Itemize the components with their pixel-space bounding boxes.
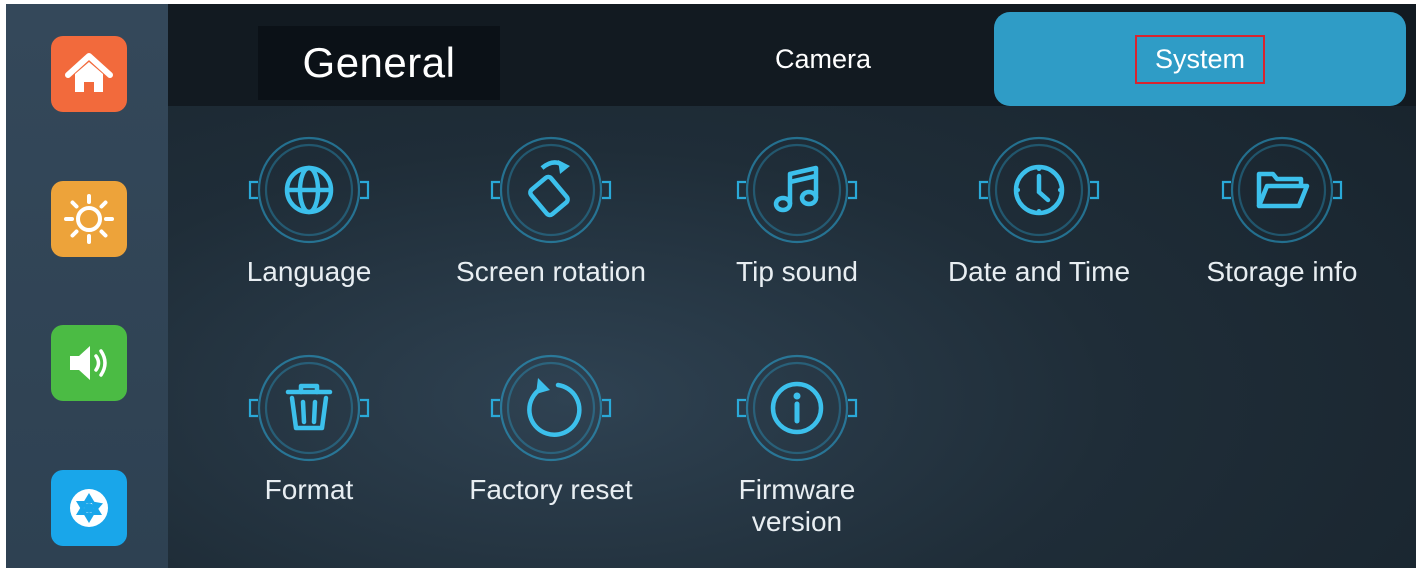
tab-bar: General Camera System xyxy=(168,4,1416,106)
setting-label: Tip sound xyxy=(736,256,858,287)
tab-general-label: General xyxy=(302,39,456,86)
trash-icon xyxy=(244,348,374,468)
setting-language[interactable]: Language xyxy=(187,130,431,288)
clock-icon xyxy=(974,130,1104,250)
tab-camera[interactable]: Camera xyxy=(708,34,938,84)
tab-general[interactable]: General xyxy=(258,26,500,100)
setting-format[interactable]: Format xyxy=(187,348,431,506)
home-icon xyxy=(65,53,113,92)
setting-screen-rotation[interactable]: Screen rotation xyxy=(429,130,673,288)
tab-system-label: System xyxy=(1134,34,1266,84)
setting-storage-info[interactable]: Storage info xyxy=(1160,130,1404,288)
setting-label: Format xyxy=(264,474,354,505)
sidebar-item-home[interactable] xyxy=(51,36,127,112)
speaker-icon xyxy=(70,346,107,380)
aperture-icon xyxy=(70,489,108,527)
setting-label: Date and Time xyxy=(947,256,1131,287)
setting-date-and-time[interactable]: Date and Time xyxy=(917,130,1161,288)
sidebar-item-sound[interactable] xyxy=(51,325,127,401)
setting-factory-reset[interactable]: Factory reset xyxy=(429,348,673,506)
setting-label: Firmware version xyxy=(738,474,856,537)
setting-firmware-version[interactable]: Firmware version xyxy=(675,348,919,538)
sun-icon xyxy=(64,194,114,244)
music-note-icon xyxy=(732,130,862,250)
folder-icon xyxy=(1217,130,1347,250)
sidebar-item-brightness[interactable] xyxy=(51,181,127,257)
screen-rotation-icon xyxy=(486,130,616,250)
setting-label: Factory reset xyxy=(469,474,633,505)
reset-icon xyxy=(486,348,616,468)
setting-label: Screen rotation xyxy=(456,256,646,287)
sidebar-item-camera[interactable] xyxy=(51,470,127,546)
setting-tip-sound[interactable]: Tip sound xyxy=(675,130,919,288)
setting-label: Language xyxy=(246,256,372,287)
setting-label: Storage info xyxy=(1206,256,1358,287)
sidebar xyxy=(6,4,168,568)
info-icon xyxy=(732,348,862,468)
tab-system[interactable]: System xyxy=(994,12,1406,106)
tab-camera-label: Camera xyxy=(774,43,872,74)
globe-icon xyxy=(244,130,374,250)
settings-screen: General Camera System Language Screen ro… xyxy=(6,4,1416,568)
